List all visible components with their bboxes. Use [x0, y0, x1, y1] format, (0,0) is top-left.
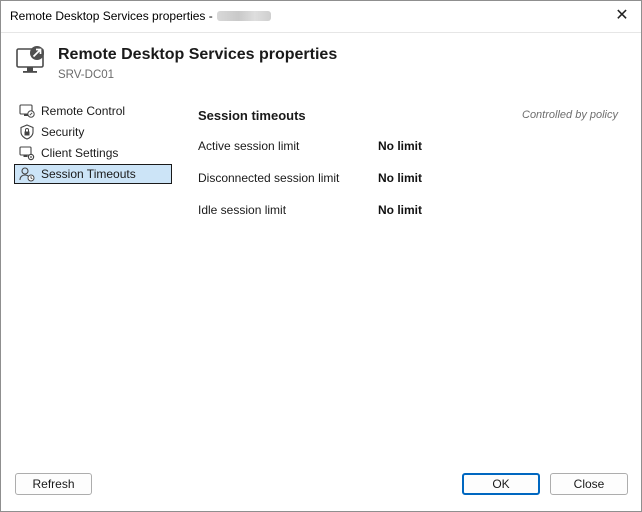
- idle-session-limit-label: Idle session limit: [198, 203, 287, 217]
- nav-item-remote-control[interactable]: Remote Control: [14, 101, 172, 121]
- dialog-heading: Remote Desktop Services properties: [58, 46, 338, 63]
- nav-item-client-settings[interactable]: Client Settings: [14, 143, 172, 163]
- remote-control-icon: [19, 104, 35, 118]
- title-bar: Remote Desktop Services properties - ✕: [1, 1, 641, 33]
- policy-note: Controlled by policy: [522, 109, 618, 121]
- section-title: Session timeouts: [198, 108, 306, 123]
- ok-button[interactable]: OK: [462, 473, 540, 495]
- close-icon[interactable]: ✕: [611, 6, 633, 26]
- refresh-button[interactable]: Refresh: [15, 473, 92, 495]
- obscured-server-name: [216, 11, 271, 21]
- server-name: SRV-DC01: [58, 69, 115, 81]
- client-settings-icon: [19, 146, 35, 161]
- active-session-limit-value: No limit: [378, 139, 422, 153]
- close-button[interactable]: Close: [550, 473, 628, 495]
- active-session-limit-label: Active session limit: [198, 139, 300, 153]
- nav-label-session-timeouts: Session Timeouts: [41, 167, 136, 181]
- window-title: Remote Desktop Services properties -: [10, 9, 271, 23]
- session-timeouts-icon: [19, 167, 35, 182]
- remote-desktop-monitor-icon: [16, 46, 44, 73]
- nav-label-client-settings: Client Settings: [41, 146, 119, 160]
- disconnected-session-limit-label: Disconnected session limit: [198, 171, 340, 185]
- idle-session-limit-value: No limit: [378, 203, 422, 217]
- security-lock-icon: [20, 124, 34, 140]
- nav-item-session-timeouts[interactable]: Session Timeouts: [14, 164, 172, 184]
- disconnected-session-limit-value: No limit: [378, 171, 422, 185]
- nav-label-remote-control: Remote Control: [41, 104, 126, 118]
- nav-item-security[interactable]: Security: [14, 122, 172, 142]
- category-nav: Remote Control Security Client Settings: [14, 101, 172, 185]
- nav-label-security: Security: [41, 125, 85, 139]
- window-title-text: Remote Desktop Services properties -: [10, 9, 213, 23]
- properties-dialog: Remote Desktop Services properties - ✕ R…: [0, 0, 642, 512]
